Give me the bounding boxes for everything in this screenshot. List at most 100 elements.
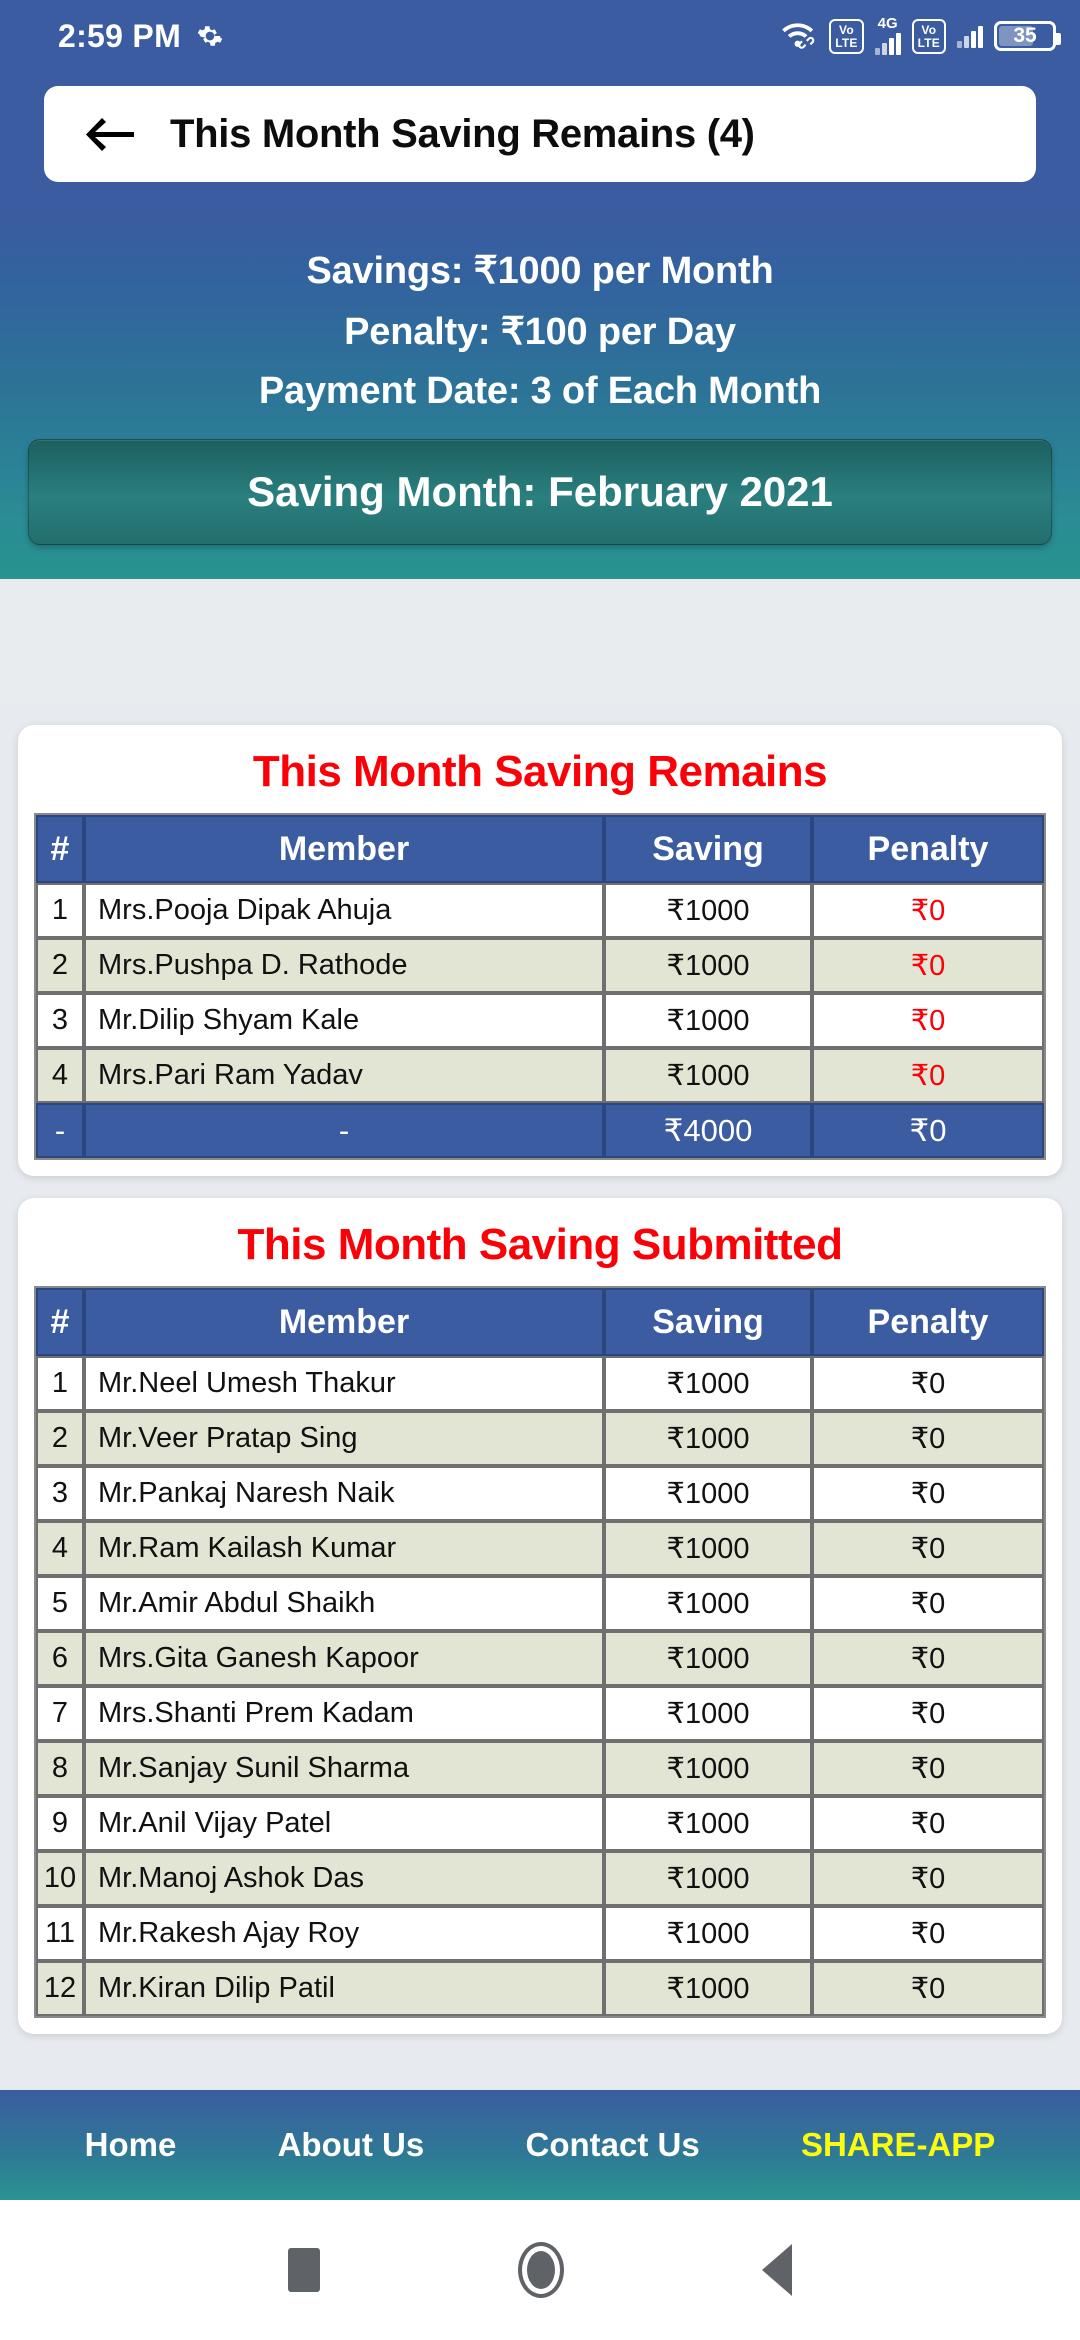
saving-month-banner[interactable]: Saving Month: February 2021 [28, 439, 1052, 545]
table-row[interactable]: 5 Mr.Amir Abdul Shaikh ₹1000 ₹0 [36, 1576, 1044, 1631]
volte-icon-sim2: Vo LTE [911, 18, 946, 54]
volte-icon-sim1: Vo LTE [829, 18, 864, 54]
page-title: This Month Saving Remains (4) [170, 111, 755, 156]
col-header-index: # [36, 1288, 84, 1356]
appbar: This Month Saving Remains (4) [44, 86, 1036, 182]
card-title-submitted: This Month Saving Submitted [237, 1220, 843, 1269]
table-header-row: # Member Saving Penalty [36, 1288, 1044, 1356]
col-header-member: Member [84, 1288, 604, 1356]
card-title-remains: This Month Saving Remains [252, 747, 828, 796]
battery-level-label: 35 [1013, 24, 1037, 47]
row-penalty: ₹0 [812, 938, 1044, 993]
total-index: - [36, 1103, 84, 1158]
nav-item-contact-us[interactable]: Contact Us [526, 2126, 700, 2164]
row-penalty: ₹0 [812, 1356, 1044, 1411]
row-member: Mrs.Gita Ganesh Kapoor [84, 1631, 604, 1686]
row-saving: ₹1000 [604, 1686, 812, 1741]
row-penalty: ₹0 [812, 1851, 1044, 1906]
table-row[interactable]: 11 Mr.Rakesh Ajay Roy ₹1000 ₹0 [36, 1906, 1044, 1961]
row-saving: ₹1000 [604, 938, 812, 993]
row-member: Mr.Kiran Dilip Patil [84, 1961, 604, 2016]
row-index: 12 [36, 1961, 84, 2016]
table-saving-remains: # Member Saving Penalty 1 Mrs.Pooja Dipak… [34, 813, 1046, 1160]
android-system-navigation [0, 2200, 1080, 2340]
row-penalty: ₹0 [812, 1411, 1044, 1466]
app-screen: 2:59 PM Vo LTE 4G Vo LTE 35 This Month S… [0, 0, 1080, 2340]
row-index: 3 [36, 1466, 84, 1521]
row-penalty: ₹0 [812, 1631, 1044, 1686]
row-member: Mr.Sanjay Sunil Sharma [84, 1741, 604, 1796]
row-saving: ₹1000 [604, 883, 812, 938]
table-row[interactable]: 4 Mr.Ram Kailash Kumar ₹1000 ₹0 [36, 1521, 1044, 1576]
col-header-member: Member [84, 815, 604, 883]
wifi-link-icon [780, 19, 818, 54]
row-penalty: ₹0 [812, 1796, 1044, 1851]
status-clock: 2:59 PM [58, 17, 182, 54]
row-penalty: ₹0 [812, 1466, 1044, 1521]
table-row[interactable]: 10 Mr.Manoj Ashok Das ₹1000 ₹0 [36, 1851, 1044, 1906]
row-member: Mr.Rakesh Ajay Roy [84, 1906, 604, 1961]
col-header-penalty: Penalty [812, 1288, 1044, 1356]
table-row[interactable]: 6 Mrs.Gita Ganesh Kapoor ₹1000 ₹0 [36, 1631, 1044, 1686]
table-row[interactable]: 8 Mr.Sanjay Sunil Sharma ₹1000 ₹0 [36, 1741, 1044, 1796]
col-header-penalty: Penalty [812, 815, 1044, 883]
row-index: 7 [36, 1686, 84, 1741]
row-member: Mrs.Pari Ram Yadav [84, 1048, 604, 1103]
network-type-signal-sim1: 4G [874, 16, 901, 55]
hero-info-section: Savings: ₹1000 per Month Penalty: ₹100 p… [0, 210, 1080, 579]
status-bar-right: Vo LTE 4G Vo LTE 35 [780, 16, 1061, 55]
table-row[interactable]: 1 Mrs.Pooja Dipak Ahuja ₹1000 ₹0 [36, 883, 1044, 938]
nav-item-home[interactable]: Home [85, 2126, 177, 2164]
total-penalty: ₹0 [812, 1103, 1044, 1158]
table-row[interactable]: 2 Mrs.Pushpa D. Rathode ₹1000 ₹0 [36, 938, 1044, 993]
row-member: Mrs.Pushpa D. Rathode [84, 938, 604, 993]
status-bar: 2:59 PM Vo LTE 4G Vo LTE 35 [0, 0, 1080, 72]
back-arrow-icon[interactable] [84, 114, 136, 154]
row-saving: ₹1000 [604, 1466, 812, 1521]
col-header-saving: Saving [604, 815, 812, 883]
battery-indicator: 35 [994, 21, 1061, 51]
table-row[interactable]: 2 Mr.Veer Pratap Sing ₹1000 ₹0 [36, 1411, 1044, 1466]
table-row[interactable]: 3 Mr.Dilip Shyam Kale ₹1000 ₹0 [36, 993, 1044, 1048]
row-index: 9 [36, 1796, 84, 1851]
table-body-submitted: 1 Mr.Neel Umesh Thakur ₹1000 ₹0 2 Mr.Veer Pra… [36, 1356, 1044, 2016]
row-penalty: ₹0 [812, 993, 1044, 1048]
row-member: Mr.Dilip Shyam Kale [84, 993, 604, 1048]
row-member: Mr.Pankaj Naresh Naik [84, 1466, 604, 1521]
row-index: 4 [36, 1521, 84, 1576]
row-index: 10 [36, 1851, 84, 1906]
table-row[interactable]: 9 Mr.Anil Vijay Patel ₹1000 ₹0 [36, 1796, 1044, 1851]
table-row[interactable]: 3 Mr.Pankaj Naresh Naik ₹1000 ₹0 [36, 1466, 1044, 1521]
row-saving: ₹1000 [604, 1356, 812, 1411]
table-header-row: # Member Saving Penalty [36, 815, 1044, 883]
col-header-index: # [36, 815, 84, 883]
table-row[interactable]: 1 Mr.Neel Umesh Thakur ₹1000 ₹0 [36, 1356, 1044, 1411]
row-penalty: ₹0 [812, 1048, 1044, 1103]
table-row[interactable]: 12 Mr.Kiran Dilip Patil ₹1000 ₹0 [36, 1961, 1044, 2016]
row-member: Mr.Veer Pratap Sing [84, 1411, 604, 1466]
home-circle-icon[interactable] [518, 2242, 564, 2298]
back-triangle-icon[interactable] [762, 2244, 792, 2296]
payment-date-info-line: Payment Date: 3 of Each Month [258, 370, 822, 412]
row-member: Mr.Ram Kailash Kumar [84, 1521, 604, 1576]
table-total-row: - - ₹4000 ₹0 [36, 1103, 1044, 1158]
row-saving: ₹1000 [604, 1851, 812, 1906]
row-saving: ₹1000 [604, 1048, 812, 1103]
bottom-navigation: Home About Us Contact Us SHARE-APP [0, 2090, 1080, 2200]
nav-item-share-app[interactable]: SHARE-APP [801, 2126, 995, 2164]
row-index: 2 [36, 1411, 84, 1466]
total-saving: ₹4000 [604, 1103, 812, 1158]
table-row[interactable]: 4 Mrs.Pari Ram Yadav ₹1000 ₹0 [36, 1048, 1044, 1103]
row-saving: ₹1000 [604, 1961, 812, 2016]
nav-item-about-us[interactable]: About Us [278, 2126, 425, 2164]
total-member: - [84, 1103, 604, 1158]
row-index: 11 [36, 1906, 84, 1961]
row-penalty: ₹0 [812, 883, 1044, 938]
row-index: 4 [36, 1048, 84, 1103]
recent-apps-icon[interactable] [288, 2248, 320, 2292]
row-saving: ₹1000 [604, 1521, 812, 1576]
table-row[interactable]: 7 Mrs.Shanti Prem Kadam ₹1000 ₹0 [36, 1686, 1044, 1741]
row-member: Mr.Neel Umesh Thakur [84, 1356, 604, 1411]
row-index: 1 [36, 883, 84, 938]
content-scroll-area[interactable]: This Month Saving Remains # Member Savin… [0, 703, 1080, 2090]
